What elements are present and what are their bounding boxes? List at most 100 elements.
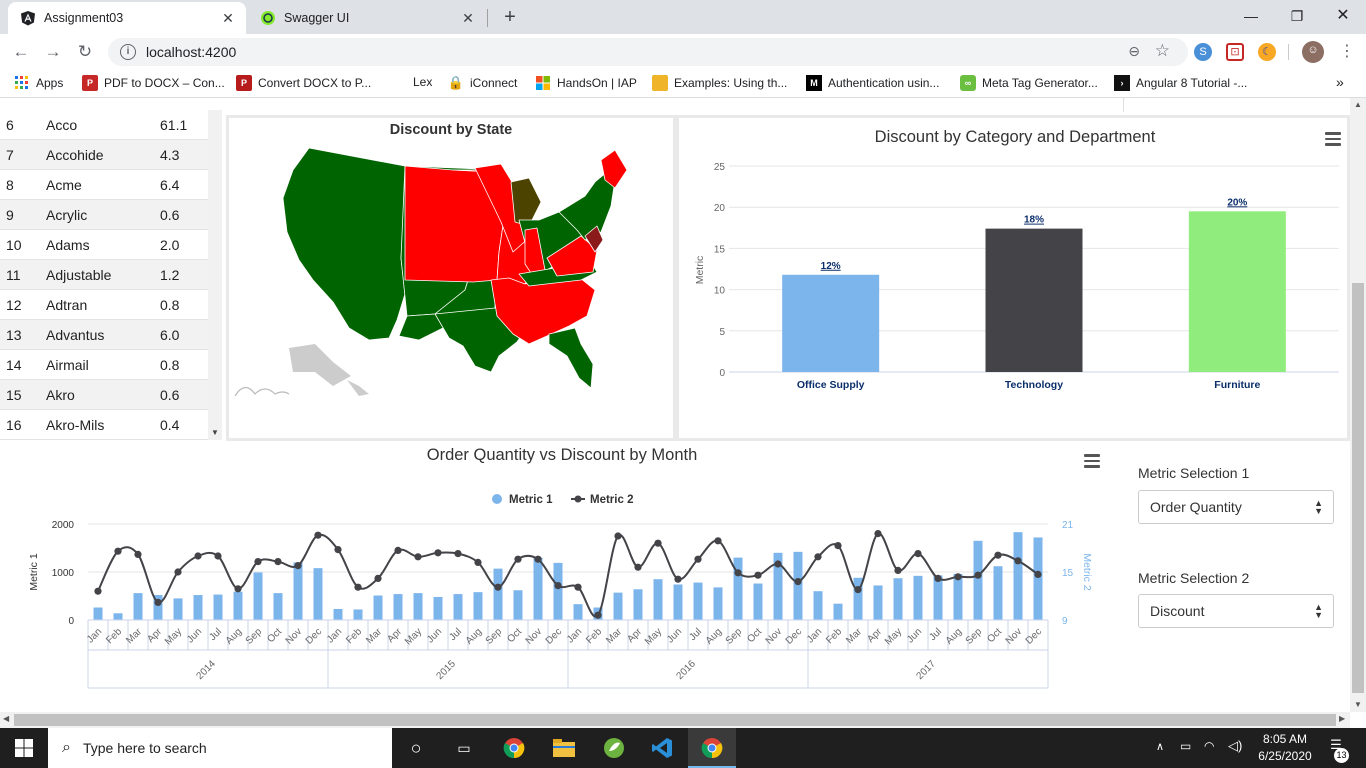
metric-1-bar[interactable] [233, 591, 243, 620]
extension-icon[interactable]: ⊡ [1226, 43, 1244, 61]
task-view-icon[interactable]: ▭ [452, 736, 476, 760]
table-row[interactable]: 6 Acco 61.1 [0, 110, 208, 140]
metric-1-bar[interactable] [493, 568, 503, 620]
metric-1-bar[interactable] [933, 575, 943, 620]
metric-1-bar[interactable] [873, 585, 883, 620]
tab-assignment03[interactable]: Assignment03 ✕ [8, 2, 246, 34]
metric-2-point[interactable] [414, 553, 422, 561]
metric-2-point[interactable] [334, 546, 342, 554]
metric-2-point[interactable] [734, 569, 742, 577]
table-row[interactable]: 11 Adjustable 1.2 [0, 260, 208, 290]
metric-2-point[interactable] [574, 583, 582, 591]
metric-1-bar[interactable] [1033, 537, 1043, 620]
metric-1-bar[interactable] [633, 589, 643, 620]
bookmark-authentication[interactable]: M Authentication usin... [806, 75, 939, 91]
metric-1-bar[interactable] [673, 584, 683, 620]
metric-1-bar[interactable] [473, 592, 483, 620]
metric-2-point[interactable] [474, 558, 482, 566]
metric-1-bar[interactable] [893, 578, 903, 620]
metric-1-bar[interactable] [193, 595, 203, 620]
metric-2-point[interactable] [1034, 570, 1042, 578]
bookmark-iconnect[interactable]: 🔒 iConnect [448, 75, 517, 91]
windows-start-icon[interactable] [12, 736, 36, 760]
metric-2-point[interactable] [714, 537, 722, 545]
metric-1-bar[interactable] [913, 575, 923, 620]
metric-selection-2-select[interactable]: Discount ▲ ▼ [1138, 594, 1334, 628]
address-bar[interactable]: i localhost:4200 ⊖ ☆ [108, 38, 1188, 66]
metric-2-point[interactable] [394, 546, 402, 554]
volume-icon[interactable]: ◁) [1228, 738, 1242, 754]
metric-2-point[interactable] [934, 574, 942, 582]
metric-1-bar[interactable] [373, 595, 383, 620]
table-row[interactable]: 15 Akro 0.6 [0, 380, 208, 410]
skype-icon[interactable]: S [1194, 43, 1212, 61]
metric-2-point[interactable] [834, 542, 842, 550]
scroll-left-icon[interactable]: ◀ [3, 714, 9, 723]
forward-icon[interactable]: → [42, 41, 64, 63]
restore-icon[interactable]: ❐ [1274, 4, 1320, 28]
vscode-icon[interactable] [650, 736, 674, 760]
metric-2-point[interactable] [854, 586, 862, 594]
metric-1-bar[interactable] [513, 590, 523, 620]
metric-1-bar[interactable] [793, 551, 803, 620]
file-explorer-icon[interactable] [552, 736, 576, 760]
metric-2-point[interactable] [594, 611, 602, 619]
metric-2-point[interactable] [814, 553, 822, 561]
site-info-icon[interactable]: i [120, 44, 136, 60]
metric-1-bar[interactable] [653, 579, 663, 620]
table-row[interactable]: 8 Acme 6.4 [0, 170, 208, 200]
metric-1-bar[interactable] [313, 568, 323, 620]
cortana-icon[interactable]: ○ [404, 736, 428, 760]
metric-2-point[interactable] [514, 555, 522, 563]
chrome-active-task[interactable] [688, 728, 736, 768]
metric-1-bar[interactable] [573, 604, 583, 620]
bookmark-lex[interactable]: Lex [413, 75, 432, 89]
metric-2-point[interactable] [534, 555, 542, 563]
minimize-icon[interactable]: — [1228, 4, 1274, 28]
metric-1-bar[interactable] [613, 592, 623, 620]
metric-2-point[interactable] [754, 571, 762, 579]
reload-icon[interactable]: ↻ [74, 41, 96, 63]
metric-2-point[interactable] [694, 555, 702, 563]
metric-1-bar[interactable] [1013, 532, 1023, 620]
metric-2-point[interactable] [454, 550, 462, 558]
table-row[interactable]: 16 Akro-Mils 0.4 [0, 410, 208, 440]
tab-swagger-ui[interactable]: Swagger UI ✕ [248, 2, 486, 34]
metric-2-point[interactable] [774, 560, 782, 568]
page-vertical-scrollbar[interactable]: ▲ ▼ [1350, 98, 1366, 712]
metric-1-bar[interactable] [433, 596, 443, 620]
metric-2-point[interactable] [314, 531, 322, 539]
metric-2-point[interactable] [234, 585, 242, 593]
metric-2-point[interactable] [494, 583, 502, 591]
new-tab-icon[interactable]: + [498, 6, 522, 29]
metric-1-bar[interactable] [713, 587, 723, 620]
chrome-icon[interactable] [502, 736, 526, 760]
metric-1-bar[interactable] [93, 607, 103, 620]
metric-selection-1-select[interactable]: Order Quantity ▲ ▼ [1138, 490, 1334, 524]
legend-item-metric-1[interactable]: Metric 1 [509, 494, 553, 506]
metric-1-bar[interactable] [353, 609, 363, 620]
close-tab-icon[interactable]: ✕ [460, 10, 476, 26]
metric-2-point[interactable] [894, 566, 902, 574]
metric-2-point[interactable] [614, 532, 622, 540]
table-row[interactable]: 7 Accohide 4.3 [0, 140, 208, 170]
metric-1-bar[interactable] [553, 562, 563, 620]
metric-1-bar[interactable] [693, 582, 703, 620]
metric-2-point[interactable] [134, 550, 142, 558]
bookmark-handson[interactable]: HandsOn | IAP [535, 75, 637, 91]
metric-2-point[interactable] [114, 547, 122, 555]
page-horizontal-scrollbar[interactable]: ◀ ▶ [0, 712, 1350, 728]
table-row[interactable]: 10 Adams 2.0 [0, 230, 208, 260]
metric-2-point[interactable] [294, 562, 302, 570]
scrollbar-thumb[interactable] [1352, 283, 1364, 693]
metric-2-point[interactable] [634, 563, 642, 571]
bookmark-apps[interactable]: Apps [14, 75, 63, 91]
metric-2-point[interactable] [94, 587, 102, 595]
scroll-up-icon[interactable]: ▲ [1354, 100, 1362, 109]
metric-2-point[interactable] [194, 552, 202, 560]
metric-1-bar[interactable] [533, 557, 543, 620]
table-row[interactable]: 14 Airmail 0.8 [0, 350, 208, 380]
metric-1-bar[interactable] [333, 608, 343, 620]
bookmark-pdf-to-docx[interactable]: P PDF to DOCX – Con... [82, 75, 225, 91]
metric-2-point[interactable] [954, 573, 962, 581]
